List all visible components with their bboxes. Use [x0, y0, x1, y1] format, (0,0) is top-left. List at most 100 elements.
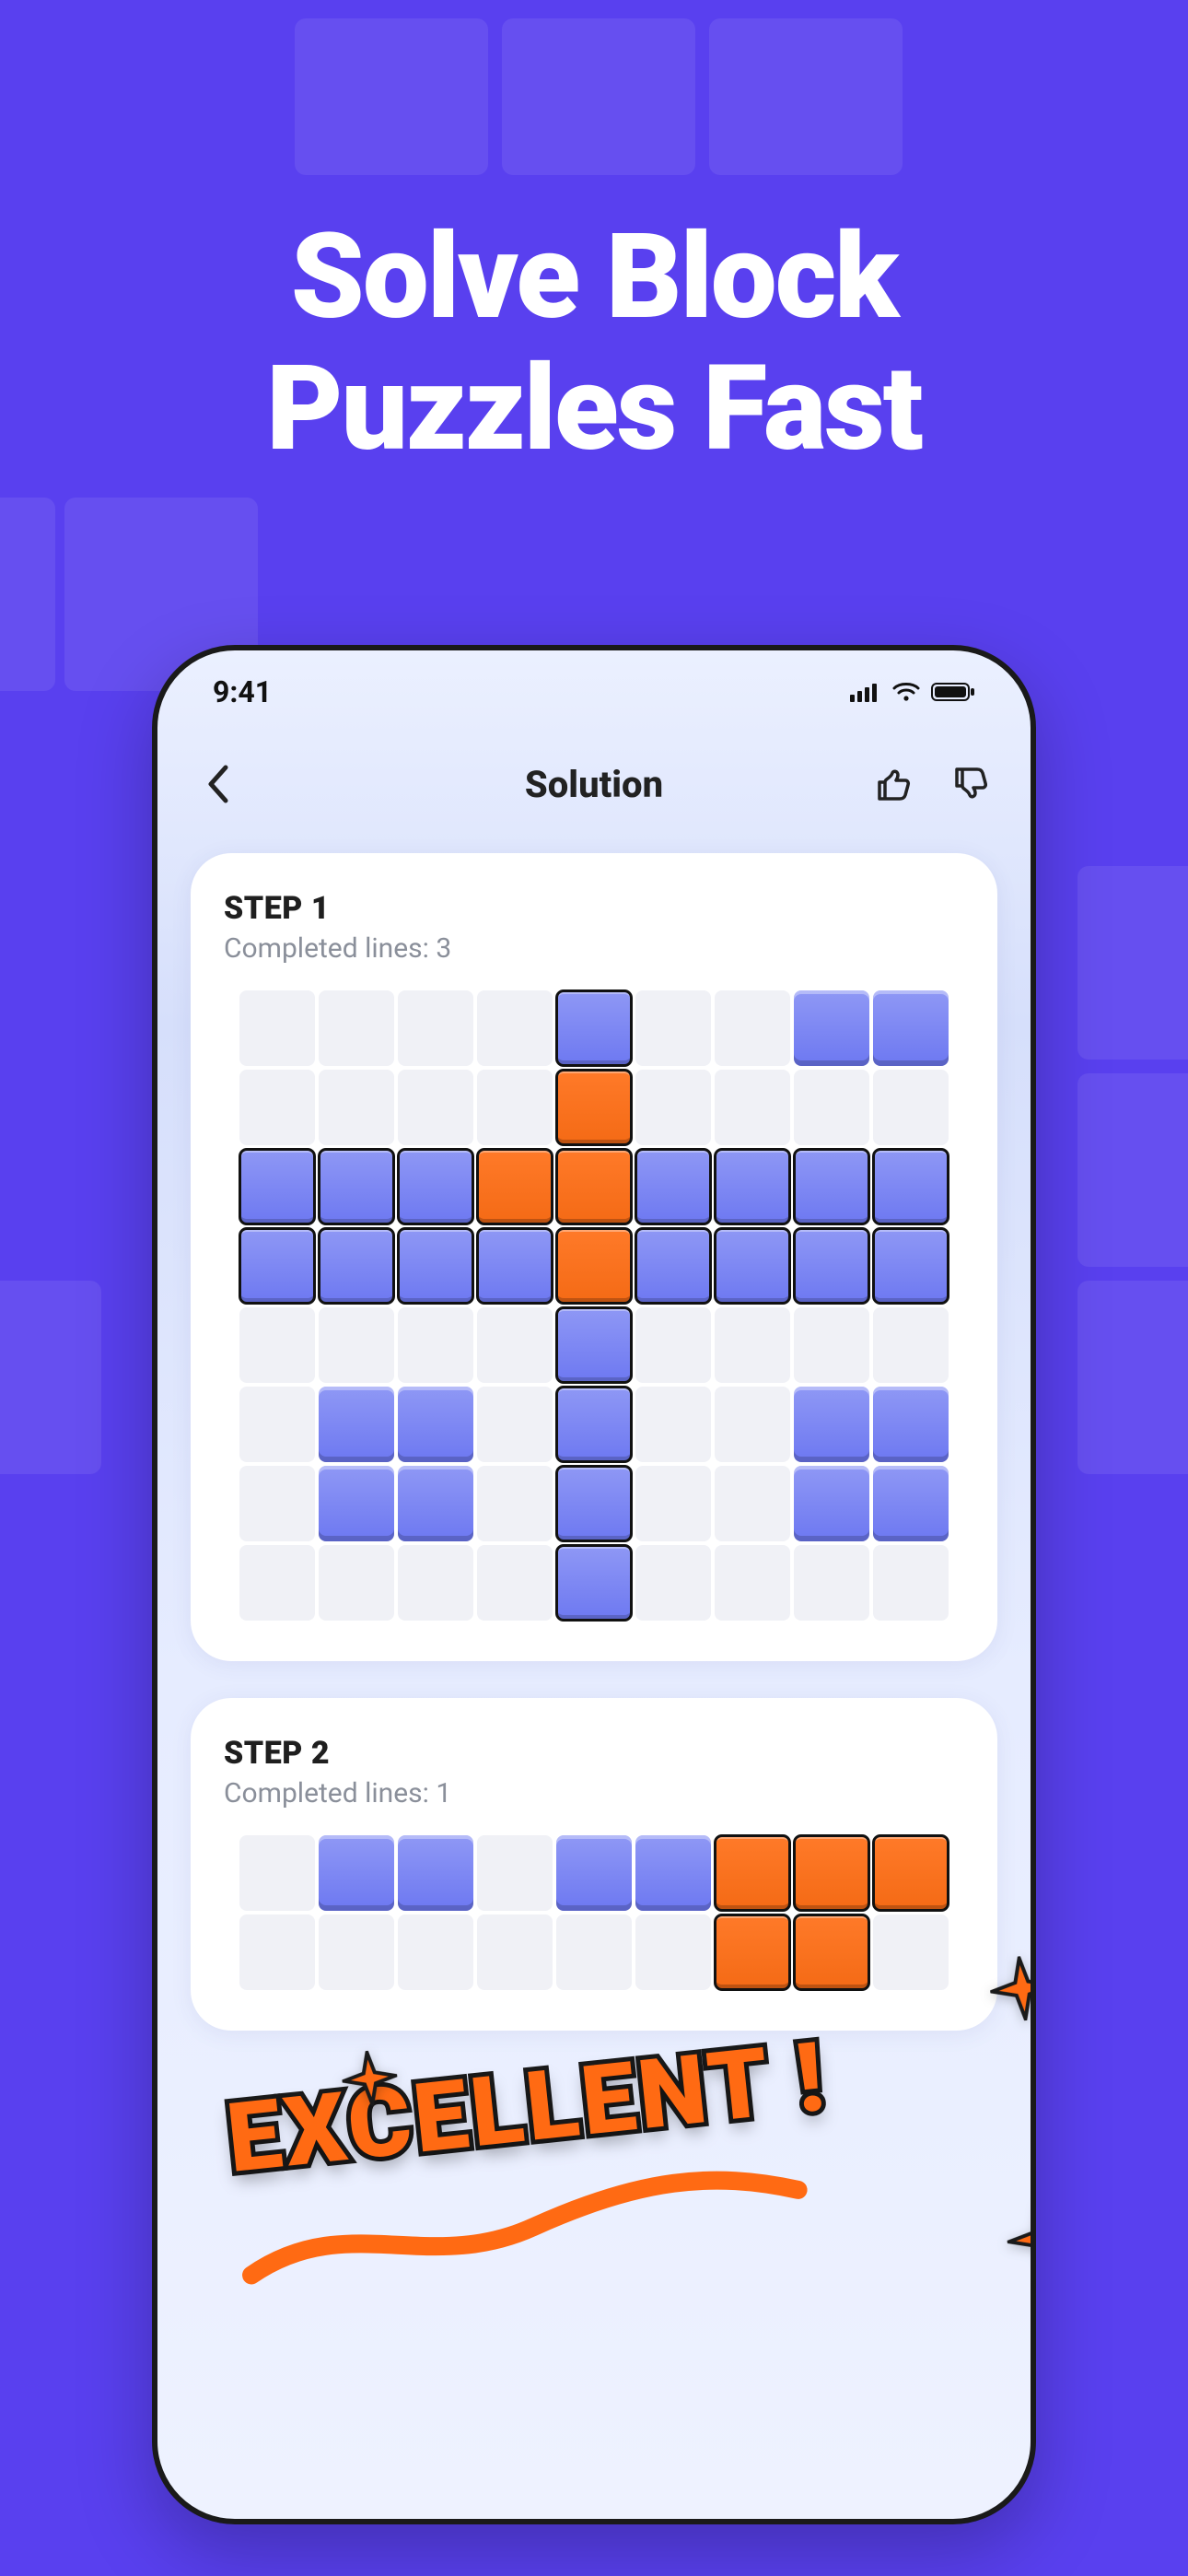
bg-deco-square: [1077, 1281, 1188, 1474]
empty-cell: [477, 1914, 553, 1990]
empty-cell: [477, 1835, 553, 1911]
thumbs-up-button[interactable]: [865, 756, 920, 812]
empty-cell: [239, 990, 315, 1066]
blue-block: [319, 1228, 394, 1304]
blue-block: [398, 1149, 473, 1224]
empty-cell: [794, 1307, 869, 1383]
blue-block: [556, 1545, 632, 1621]
phone-mockup: 9:41 Solution STEP: [152, 645, 1036, 2524]
orange-block: [794, 1914, 869, 1990]
step-label: STEP 1: [224, 890, 964, 927]
blue-block: [556, 990, 632, 1066]
steps-list: STEP 1 Completed lines: 3 STEP 2 Complet…: [157, 835, 1031, 2031]
blue-block: [319, 1149, 394, 1224]
orange-block: [556, 1149, 632, 1224]
empty-cell: [635, 1545, 711, 1621]
empty-cell: [398, 1070, 473, 1145]
empty-cell: [794, 1070, 869, 1145]
step-card: STEP 2 Completed lines: 1: [191, 1698, 997, 2031]
battery-icon: [931, 682, 975, 702]
headline-line-1: Solve Block: [291, 208, 898, 346]
blue-block: [873, 1228, 949, 1304]
excellent-overlay: EXCELLENT !: [222, 2000, 1036, 2299]
blue-block: [556, 1835, 632, 1911]
headline-line-2: Puzzles Fast: [266, 340, 921, 478]
puzzle-grid: [239, 1835, 949, 1990]
blue-block: [635, 1149, 711, 1224]
blue-block: [239, 1149, 315, 1224]
empty-cell: [239, 1545, 315, 1621]
empty-cell: [319, 1307, 394, 1383]
orange-block: [794, 1835, 869, 1911]
empty-cell: [635, 1307, 711, 1383]
puzzle-grid: [239, 990, 949, 1621]
empty-cell: [715, 990, 790, 1066]
blue-block: [556, 1387, 632, 1462]
empty-cell: [635, 1914, 711, 1990]
blue-block: [319, 1835, 394, 1911]
empty-cell: [873, 1545, 949, 1621]
blue-block: [556, 1466, 632, 1541]
blue-block: [794, 1149, 869, 1224]
empty-cell: [794, 1545, 869, 1621]
empty-cell: [398, 1307, 473, 1383]
status-time: 9:41: [213, 674, 272, 709]
blue-block: [319, 1387, 394, 1462]
empty-cell: [477, 1070, 553, 1145]
step-completed-lines: Completed lines: 3: [224, 932, 964, 965]
blue-block: [477, 1228, 553, 1304]
empty-cell: [635, 1466, 711, 1541]
blue-block: [319, 1466, 394, 1541]
empty-cell: [715, 1307, 790, 1383]
empty-cell: [319, 990, 394, 1066]
bg-deco-square: [0, 498, 55, 691]
blue-block: [398, 1466, 473, 1541]
bg-deco-square: [1077, 866, 1188, 1060]
empty-cell: [319, 1914, 394, 1990]
blue-block: [635, 1228, 711, 1304]
bg-deco-square: [1077, 1073, 1188, 1267]
blue-block: [398, 1387, 473, 1462]
status-bar: 9:41: [157, 650, 1031, 733]
empty-cell: [477, 1307, 553, 1383]
squiggle-underline-icon: [236, 2152, 812, 2294]
empty-cell: [715, 1466, 790, 1541]
empty-cell: [239, 1070, 315, 1145]
empty-cell: [556, 1914, 632, 1990]
orange-block: [715, 1914, 790, 1990]
blue-block: [873, 1466, 949, 1541]
empty-cell: [239, 1914, 315, 1990]
thumbs-down-button[interactable]: [942, 756, 997, 812]
blue-block: [398, 1228, 473, 1304]
empty-cell: [635, 1070, 711, 1145]
orange-block: [556, 1228, 632, 1304]
sparkle-icon: [339, 2048, 400, 2113]
blue-block: [239, 1228, 315, 1304]
empty-cell: [319, 1070, 394, 1145]
step-label: STEP 2: [224, 1735, 964, 1772]
blue-block: [794, 1387, 869, 1462]
bg-deco-square: [0, 1281, 101, 1474]
empty-cell: [319, 1545, 394, 1621]
bg-deco-square: [709, 18, 903, 175]
empty-cell: [715, 1070, 790, 1145]
step-completed-lines: Completed lines: 1: [224, 1777, 964, 1809]
empty-cell: [477, 1387, 553, 1462]
empty-cell: [398, 990, 473, 1066]
empty-cell: [477, 1466, 553, 1541]
back-button[interactable]: [191, 756, 246, 812]
bg-deco-square: [295, 18, 488, 175]
blue-block: [556, 1307, 632, 1383]
bg-deco-square: [502, 18, 695, 175]
empty-cell: [873, 1307, 949, 1383]
empty-cell: [398, 1914, 473, 1990]
wifi-icon: [892, 682, 920, 702]
blue-block: [794, 1228, 869, 1304]
empty-cell: [477, 1545, 553, 1621]
orange-block: [556, 1070, 632, 1145]
empty-cell: [715, 1545, 790, 1621]
empty-cell: [398, 1545, 473, 1621]
blue-block: [794, 990, 869, 1066]
nav-bar: Solution: [157, 733, 1031, 835]
empty-cell: [635, 990, 711, 1066]
